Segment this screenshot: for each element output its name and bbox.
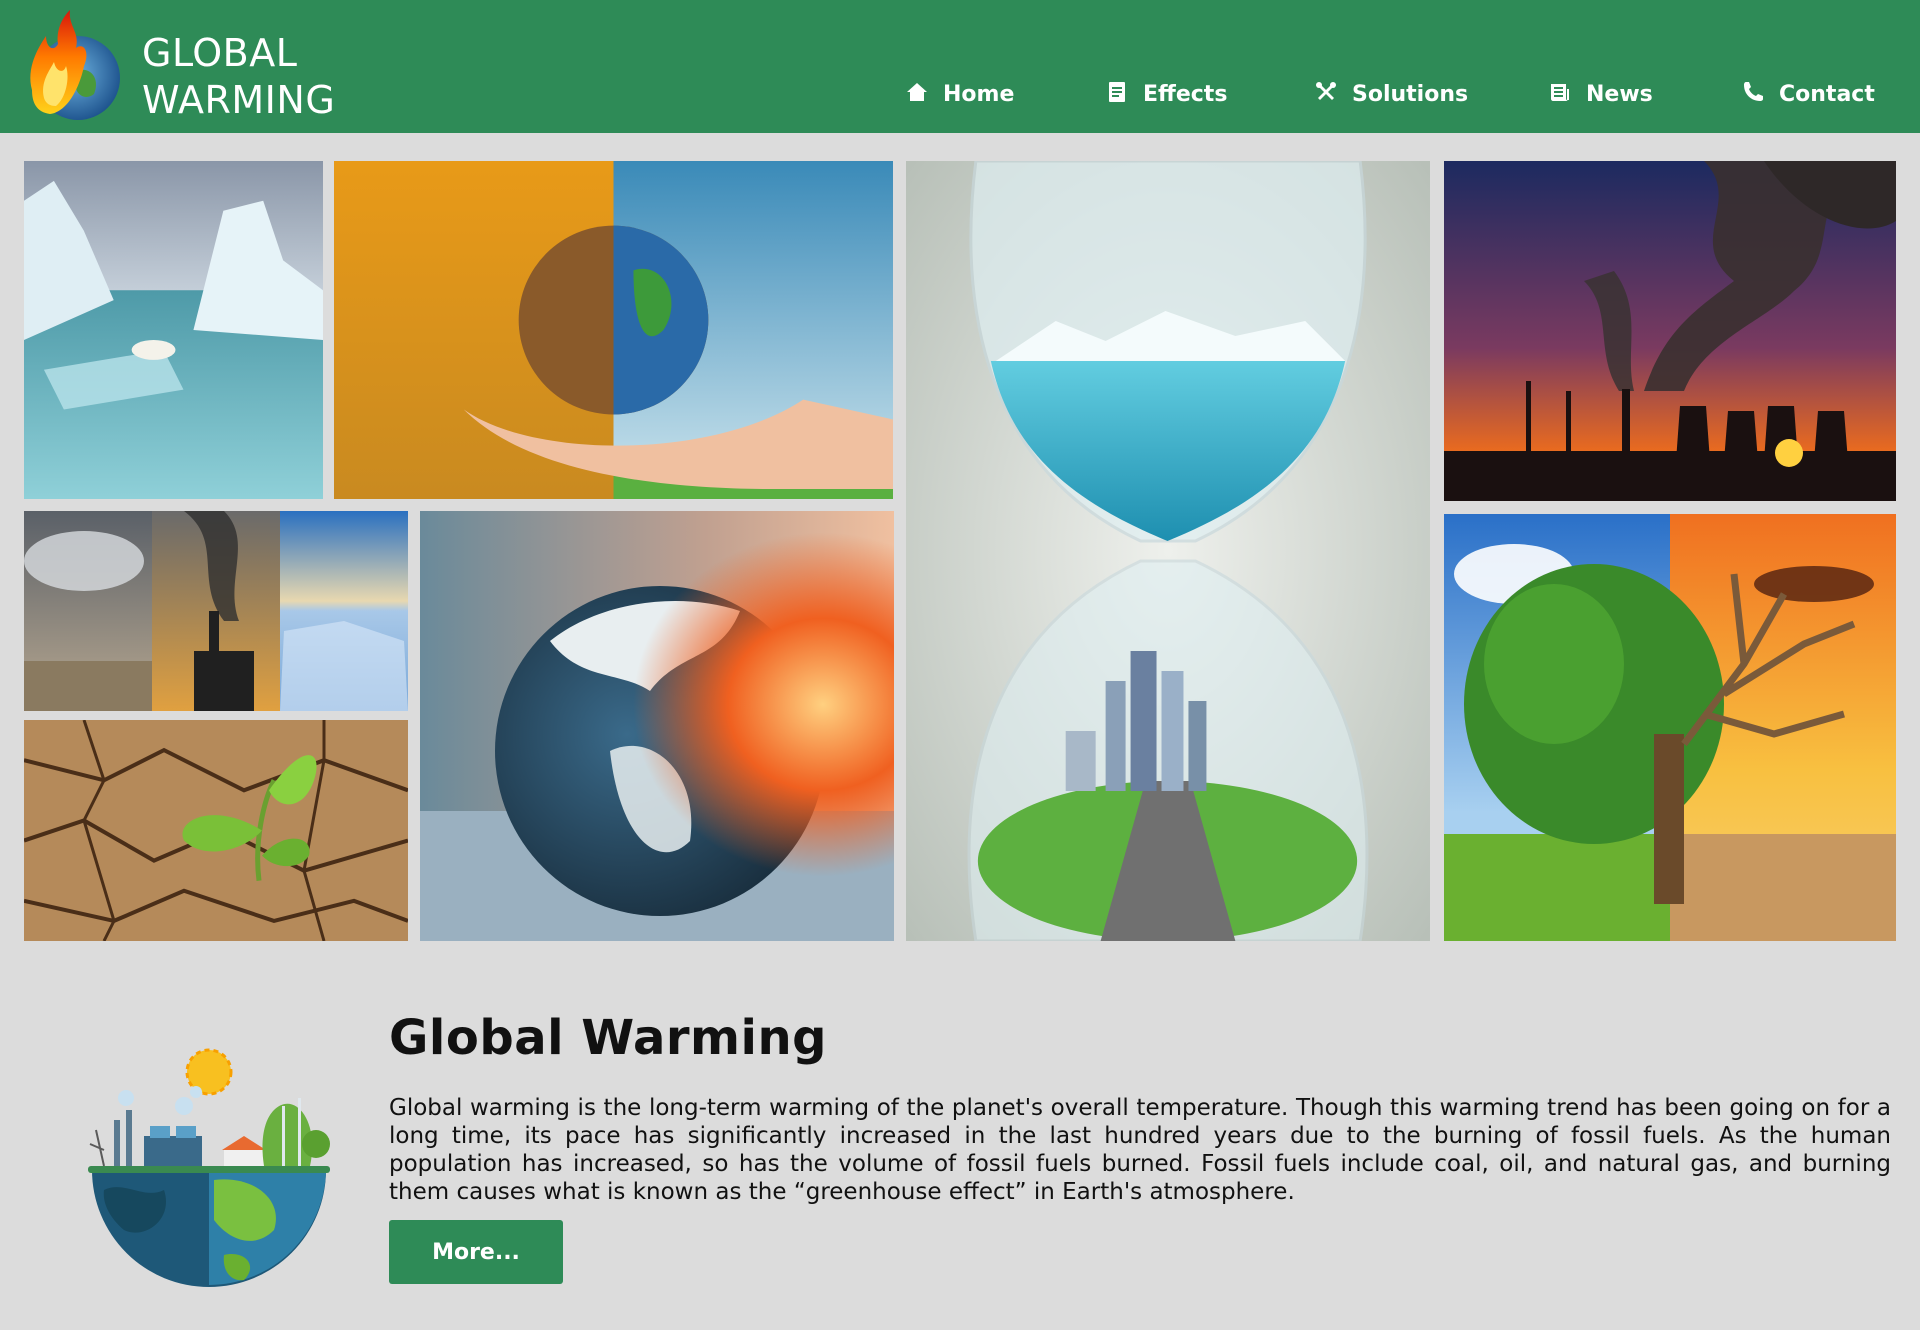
nav-contact-label: Contact <box>1779 82 1875 107</box>
about-description: Global warming is the long-term warming … <box>389 1095 1891 1205</box>
document-icon <box>1105 80 1129 104</box>
gallery-image-sprout-cracked-earth[interactable] <box>24 720 408 941</box>
site-header: GLOBAL WARMING Home Effects Solutions Ne… <box>0 0 1920 133</box>
tools-icon <box>1314 80 1338 104</box>
gallery-image-polar-bear[interactable] <box>24 161 323 499</box>
logo-line-1: GLOBAL <box>142 31 298 75</box>
phone-icon <box>1741 80 1765 104</box>
nav-effects-label: Effects <box>1143 82 1228 107</box>
home-icon <box>905 80 929 104</box>
gallery-image-green-vs-dead-tree[interactable] <box>1444 514 1896 941</box>
more-button[interactable]: More... <box>389 1220 563 1284</box>
gallery-image-earth-in-hands[interactable] <box>334 161 893 499</box>
nav-news-label: News <box>1586 82 1653 107</box>
nav-contact[interactable]: Contact <box>1741 80 1875 107</box>
earth-pollution-vs-green-illustration <box>84 1040 334 1290</box>
gallery-image-climate-collage[interactable] <box>24 511 408 711</box>
gallery-image-burning-frozen-earth[interactable] <box>420 511 894 941</box>
nav-home-label: Home <box>943 82 1015 107</box>
nav-news[interactable]: News <box>1548 82 1653 107</box>
main-nav: Home Effects Solutions News Contact <box>0 80 1920 122</box>
gallery-image-factory-smoke[interactable] <box>1444 161 1896 501</box>
newspaper-icon <box>1548 80 1572 104</box>
nav-solutions[interactable]: Solutions <box>1314 80 1469 107</box>
about-title: Global Warming <box>389 1010 828 1066</box>
nav-solutions-label: Solutions <box>1352 82 1469 107</box>
nav-home[interactable]: Home <box>905 82 1014 107</box>
nav-effects[interactable]: Effects <box>1105 80 1228 107</box>
gallery-image-hourglass[interactable] <box>906 161 1430 941</box>
